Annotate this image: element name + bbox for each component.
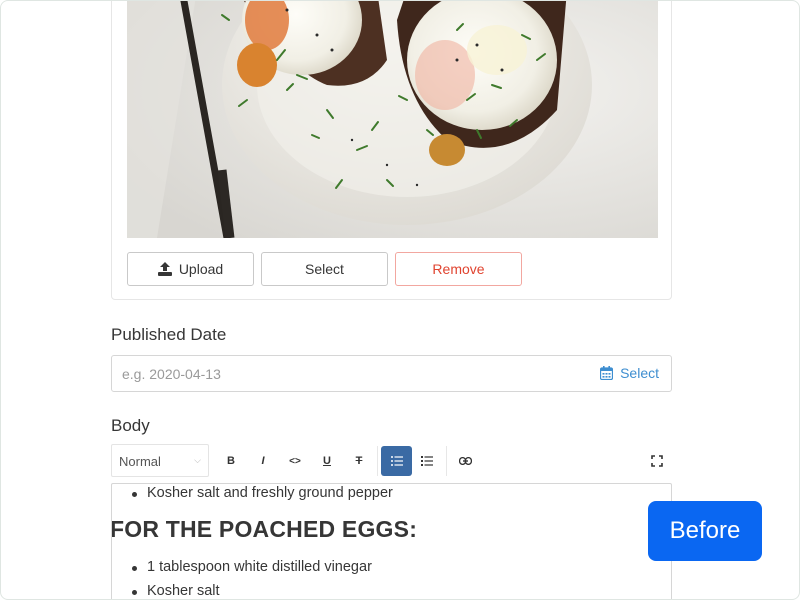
italic-icon: I [261,455,265,467]
date-select-label: Select [620,365,659,381]
select-image-button[interactable]: Select [261,252,388,286]
bold-button[interactable]: B [217,447,245,475]
list-item: Kosher salt [112,583,220,599]
editor-heading: FOR THE POACHED EGGS: [111,516,418,542]
bullet-list-icon [390,456,403,466]
editor-list: Kosher salt and freshly ground pepper [112,485,393,501]
list-item: Kosher salt and freshly ground pepper [112,485,393,501]
underline-icon: U [323,455,331,467]
calendar-icon [600,366,614,380]
code-icon: <> [289,455,301,467]
format-select[interactable]: Normal ⌵ [111,444,209,477]
editor-list: 1 tablespoon white distilled vinegar [112,559,372,575]
strikethrough-button[interactable]: T [345,447,373,475]
ordered-list-icon [421,456,433,466]
published-date-field[interactable]: e.g. 2020-04-13 Select [111,355,672,392]
date-select-button[interactable]: Select [600,365,659,381]
editor-toolbar: Normal ⌵ B I <> U T [111,444,672,478]
fullscreen-button[interactable] [643,447,671,475]
strikethrough-icon: T [355,455,363,467]
link-icon [458,457,472,465]
toolbar-divider [446,446,447,476]
code-button[interactable]: <> [281,447,309,475]
bullet-list-button[interactable] [381,446,412,476]
link-button[interactable] [451,447,479,475]
bold-icon: B [227,455,235,467]
image-upload-card: Upload Select Remove [111,1,672,300]
format-select-value: Normal [119,454,161,469]
body-label: Body [111,416,150,435]
published-date-label: Published Date [111,325,227,344]
italic-button[interactable]: I [249,447,277,475]
list-item: 1 tablespoon white distilled vinegar [112,559,372,575]
underline-button[interactable]: U [313,447,341,475]
remove-image-button[interactable]: Remove [395,252,522,286]
select-image-button-label: Select [305,261,344,277]
editor-list: Kosher salt [112,583,220,599]
published-date-placeholder: e.g. 2020-04-13 [122,366,221,382]
cover-image [127,1,658,238]
ordered-list-button[interactable] [413,447,441,475]
chevron-down-icon: ⌵ [194,455,201,465]
fullscreen-icon [651,455,663,467]
app-frame: Upload Select Remove Published Date e.g.… [0,0,800,600]
upload-icon [157,262,172,276]
body-editor[interactable]: Kosher salt and freshly ground pepper FO… [111,483,672,599]
toolbar-divider [377,446,378,476]
before-badge: Before [648,501,762,561]
upload-button[interactable]: Upload [127,252,254,286]
remove-image-button-label: Remove [432,261,485,277]
upload-button-label: Upload [178,261,224,277]
image-actions: Upload Select Remove [127,252,522,286]
